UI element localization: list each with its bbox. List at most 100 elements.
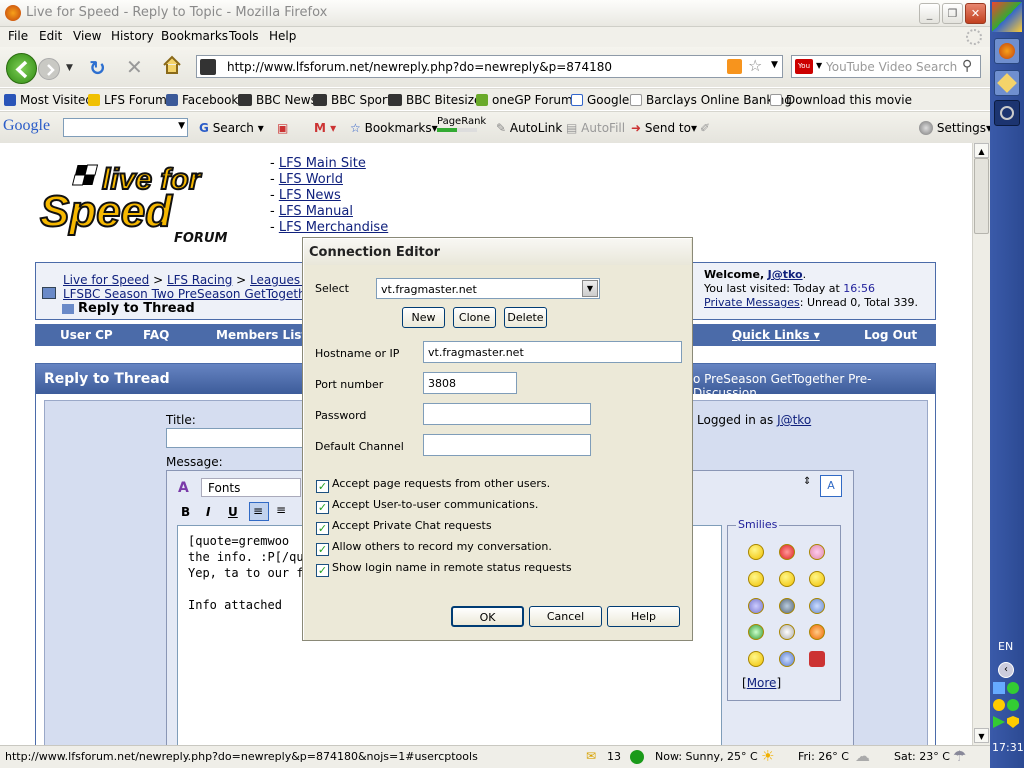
start-button-icon[interactable]: [992, 2, 1022, 32]
crumb-thread[interactable]: LFSBC Season Two PreSeason GetTogeth: [63, 287, 306, 301]
bookmark-star-icon[interactable]: ☆: [748, 56, 762, 75]
back-button[interactable]: [6, 53, 37, 84]
scroll-thumb[interactable]: [974, 158, 989, 234]
send-to-button[interactable]: ➜ Send to▾: [631, 121, 697, 135]
clone-button[interactable]: Clone: [453, 307, 496, 328]
cancel-button[interactable]: Cancel: [529, 606, 602, 627]
link-lfs-merchandise[interactable]: LFS Merchandise: [279, 220, 388, 235]
rolleyes-icon[interactable]: [748, 651, 764, 667]
link-main-site[interactable]: LFS Main Site: [279, 156, 366, 171]
help-button[interactable]: Help: [607, 606, 680, 627]
reload-icon[interactable]: ↻: [89, 56, 106, 80]
bold-button[interactable]: B: [181, 505, 190, 519]
ok-button[interactable]: OK: [451, 606, 524, 627]
search-bar[interactable]: You ▼ YouTube Video Search ⚲: [791, 55, 981, 78]
align-left-button[interactable]: ≡: [249, 502, 269, 521]
user-link[interactable]: J@tko: [768, 268, 803, 281]
grin-icon[interactable]: [748, 571, 764, 587]
weather-fri[interactable]: Fri: 26° C: [798, 750, 849, 763]
mail-icon[interactable]: ✉: [586, 749, 596, 763]
idea-icon[interactable]: [809, 571, 825, 587]
cool-icon[interactable]: [779, 571, 795, 587]
bookmark-google[interactable]: Google: [571, 93, 629, 107]
hostname-input[interactable]: vt.fragmaster.net: [423, 341, 682, 363]
scroll-up-icon[interactable]: ▲: [974, 143, 989, 158]
new-button[interactable]: New: [402, 307, 445, 328]
bookmark-facebook[interactable]: Facebook: [166, 93, 238, 107]
link-lfs-world[interactable]: LFS World: [279, 172, 343, 187]
tray-globe-icon[interactable]: [993, 699, 1005, 711]
tray-play-icon[interactable]: [993, 716, 1005, 728]
tray-network-icon[interactable]: [993, 682, 1005, 694]
taskbar-tool[interactable]: [994, 70, 1020, 96]
grr-icon[interactable]: [779, 624, 795, 640]
google-search-button[interactable]: G Search ▾: [199, 121, 264, 135]
check-show-login-name[interactable]: ✓ Show login name in remote status reques…: [316, 561, 572, 577]
rss-icon[interactable]: [727, 59, 742, 74]
bookmark-onegp[interactable]: oneGP Forums: [476, 93, 579, 107]
tongue-icon[interactable]: [809, 544, 825, 560]
engine-dropdown-icon[interactable]: ▼: [816, 61, 822, 70]
taskbar-firefox[interactable]: [994, 38, 1020, 64]
check-page-requests[interactable]: ✓ Accept page requests from other users.: [316, 477, 550, 493]
nav-user-cp[interactable]: User CP: [60, 328, 113, 342]
align-center-button[interactable]: ≡: [276, 503, 286, 517]
maximize-button[interactable]: ❐: [942, 3, 963, 24]
bookmark-most-visited[interactable]: Most Visited: [4, 93, 93, 107]
menu-view[interactable]: View: [73, 29, 101, 43]
checkmark-icon[interactable]: ✓: [316, 543, 329, 556]
google-search-input[interactable]: ▼: [63, 118, 188, 137]
delete-button[interactable]: Delete: [504, 307, 547, 328]
thumbsdown-icon[interactable]: [809, 651, 825, 667]
bookmark-bbc-bitesize[interactable]: BBC Bitesize: [388, 93, 481, 107]
url-bar[interactable]: http://www.lfsforum.net/newreply.php?do=…: [196, 55, 783, 78]
check-private-chat[interactable]: ✓ Accept Private Chat requests: [316, 519, 492, 535]
weather-sat[interactable]: Sat: 23° C: [894, 750, 950, 763]
checkmark-icon[interactable]: ✓: [316, 480, 329, 493]
tray-expand-icon[interactable]: ‹: [998, 662, 1014, 678]
eek-icon[interactable]: [779, 598, 795, 614]
tray-messenger-icon[interactable]: [1007, 682, 1019, 694]
confused-icon[interactable]: [779, 651, 795, 667]
tray-shield-icon[interactable]: [1007, 716, 1019, 728]
autolink-button[interactable]: ✎ AutoLink: [496, 121, 562, 135]
crumb-live-for-speed[interactable]: Live for Speed: [63, 273, 149, 287]
search-icon[interactable]: ⚲: [962, 58, 972, 74]
underline-button[interactable]: U: [228, 505, 238, 519]
crumb-lfs-racing[interactable]: LFS Racing: [167, 273, 232, 287]
page-scrollbar[interactable]: ▲ ▼: [972, 143, 990, 745]
menu-tools[interactable]: Tools: [229, 29, 259, 43]
resize-arrows-icon[interactable]: ⇕: [803, 476, 811, 487]
menu-bookmarks[interactable]: Bookmarks: [161, 29, 228, 43]
nav-members-list[interactable]: Members List: [216, 328, 307, 342]
checkmark-icon[interactable]: ✓: [316, 564, 329, 577]
autofill-button[interactable]: ▤ AutoFill: [566, 121, 625, 135]
link-lfs-news[interactable]: LFS News: [279, 188, 341, 203]
smile-icon[interactable]: [748, 544, 764, 560]
nav-log-out[interactable]: Log Out: [864, 328, 917, 342]
news-icon[interactable]: ▣: [277, 121, 288, 135]
menu-edit[interactable]: Edit: [39, 29, 62, 43]
minimize-button[interactable]: _: [919, 3, 940, 24]
check-record-conversation[interactable]: ✓ Allow others to record my conversation.: [316, 540, 552, 556]
history-dropdown-icon[interactable]: ▼: [66, 63, 73, 73]
link-lfs-manual[interactable]: LFS Manual: [279, 204, 353, 219]
menu-file[interactable]: File: [8, 29, 28, 43]
close-button[interactable]: ✕: [965, 3, 986, 24]
sick-icon[interactable]: [748, 624, 764, 640]
password-input[interactable]: [423, 403, 591, 425]
bookmarks-button[interactable]: ☆ Bookmarks▾: [350, 121, 438, 135]
tray-status-icon[interactable]: [1007, 699, 1019, 711]
menu-history[interactable]: History: [111, 29, 154, 43]
menu-help[interactable]: Help: [269, 29, 296, 43]
title-input[interactable]: [166, 428, 306, 448]
bookmark-download-movie[interactable]: Download this movie: [770, 93, 912, 107]
bookmark-bbc-sport[interactable]: BBC Sport: [313, 93, 392, 107]
checkmark-icon[interactable]: ✓: [316, 501, 329, 514]
language-indicator[interactable]: EN: [998, 640, 1013, 653]
status-ok-icon[interactable]: [630, 750, 644, 764]
switch-mode-icon[interactable]: A: [820, 475, 842, 497]
more-link[interactable]: More: [747, 676, 777, 690]
thumbsup-icon[interactable]: [809, 598, 825, 614]
nav-quick-links[interactable]: Quick Links ▾: [732, 328, 820, 342]
